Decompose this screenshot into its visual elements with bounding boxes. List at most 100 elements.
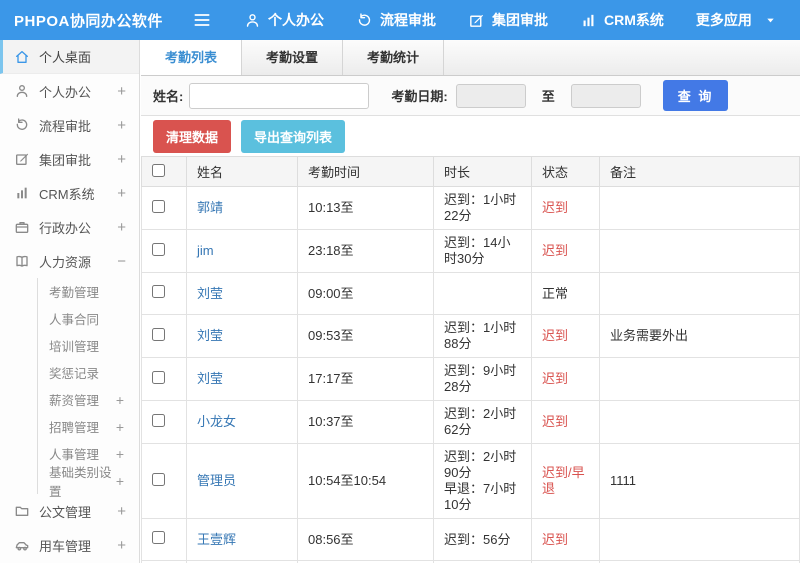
table-row: 刘莹 09:00至 正常 [141, 272, 800, 315]
collapse-minus-icon[interactable]: − [117, 253, 126, 270]
duration-line: 迟到：56分 [444, 531, 511, 547]
sidebar-item-label: 集团审批 [39, 152, 92, 168]
topnav-item-4[interactable]: CRM系统 [580, 10, 664, 30]
sidebar-item-label: 个人办公 [39, 84, 92, 100]
column-header-4: 状态 [531, 156, 600, 187]
name-filter-input[interactable] [189, 82, 370, 109]
date-from-input[interactable] [455, 83, 526, 108]
note-cell [599, 518, 800, 561]
table-row: 管理员 10:54至10:54 迟到：2小时90分 早退：7小时10分 迟到/早退 111… [141, 443, 800, 519]
expand-plus-icon[interactable]: + [116, 473, 124, 489]
sidebar-subitem-label: 基础类别设置 [49, 465, 112, 499]
date-to-input[interactable] [570, 83, 641, 108]
row-checkbox[interactable] [152, 472, 165, 486]
table-header-row: 姓名 考勤时间 时长 状态 备注 [141, 156, 800, 187]
sidebar-subitem-label: 奖惩记录 [49, 367, 100, 381]
status-badge: 迟到 [542, 243, 569, 258]
topnav-item-3[interactable]: 集团审批 [468, 10, 548, 30]
menu-icon[interactable] [192, 10, 212, 30]
employee-name-link[interactable]: jim [197, 243, 214, 258]
top-bar: PHPOA协同办公软件 个人办公 流程审批 集团审批 CRM系统 更多应用 [0, 0, 800, 40]
employee-name-link[interactable]: 刘莹 [197, 286, 223, 301]
row-checkbox[interactable] [152, 199, 165, 213]
employee-name-link[interactable]: 刘莹 [197, 328, 223, 343]
sidebar-subitem-label: 人事合同 [49, 313, 100, 327]
expand-plus-icon[interactable]: + [116, 419, 124, 435]
sidebar-item-6[interactable]: 行政办公 + [0, 210, 139, 244]
employee-name-link[interactable]: 郭靖 [197, 200, 223, 215]
table-body: 郭靖 10:13至 迟到：1小时22分 迟到 jim 23:18至 迟到：14小时30分 迟到… [141, 186, 800, 563]
expand-plus-icon[interactable]: + [117, 503, 126, 520]
top-nav: 个人办公 流程审批 集团审批 CRM系统 更多应用 [244, 10, 776, 30]
topnav-item-2[interactable]: 流程审批 [356, 10, 436, 30]
table-row: jim 23:18至 迟到：14小时30分 迟到 [141, 229, 800, 273]
checkbox-cell [141, 357, 187, 401]
sidebar-subitem-4[interactable]: 奖惩记录 [38, 359, 139, 386]
search-button[interactable]: 查 询 [662, 80, 729, 111]
status-cell: 迟到 [531, 357, 600, 401]
sidebar-subitem-label: 招聘管理 [49, 421, 100, 435]
expand-plus-icon[interactable]: + [117, 537, 126, 554]
name-cell: 管理员 [186, 443, 298, 519]
status-badge: 迟到/早退 [542, 465, 585, 496]
edit-icon [470, 14, 484, 27]
topnav-item-label: 更多应用 [695, 12, 752, 28]
duration-cell: 迟到：2小时90分 早退：7小时10分 [433, 443, 532, 519]
tab-3[interactable]: 考勤统计 [343, 40, 445, 75]
employee-name-link[interactable]: 管理员 [197, 473, 236, 488]
sidebar-item-5[interactable]: CRM系统 + [0, 176, 139, 210]
status-badge: 迟到 [542, 328, 569, 343]
checkbox-cell [141, 272, 187, 315]
sidebar-item-7[interactable]: 人力资源 − [0, 244, 139, 278]
name-cell: 刘莹 [186, 314, 298, 358]
expand-plus-icon[interactable]: + [117, 83, 126, 100]
expand-plus-icon[interactable]: + [116, 392, 124, 408]
sidebar-item-9[interactable]: 用车管理 + [0, 528, 139, 562]
topnav-item-label: 流程审批 [380, 12, 436, 28]
export-list-button[interactable]: 导出查询列表 [241, 119, 346, 153]
sidebar-item-2[interactable]: 个人办公 + [0, 74, 139, 108]
row-checkbox[interactable] [152, 531, 165, 544]
sidebar-subitem-8[interactable]: 基础类别设置 + [38, 466, 139, 499]
employee-name-link[interactable]: 王壹辉 [197, 532, 236, 547]
duration-cell: 迟到：56分 [433, 518, 532, 561]
status-cell: 迟到 [531, 518, 600, 561]
status-cell: 迟到/早退 [531, 443, 600, 519]
table-row: 王壹辉 08:56至 迟到：56分 迟到 [141, 518, 800, 561]
tab-2[interactable]: 考勤设置 [242, 40, 344, 75]
sidebar-item-1[interactable]: 个人桌面 [0, 40, 139, 74]
duration-line: 迟到：1小时88分 [444, 320, 517, 351]
row-checkbox[interactable] [152, 242, 165, 256]
expand-plus-icon[interactable]: + [117, 151, 126, 168]
name-cell: jim [186, 229, 298, 273]
employee-name-link[interactable]: 小龙女 [197, 414, 236, 429]
sidebar-subitem-2[interactable]: 人事合同 [38, 305, 139, 332]
select-all-checkbox[interactable] [152, 163, 165, 177]
topnav-item-5[interactable]: 更多应用 [696, 10, 776, 30]
topnav-item-1[interactable]: 个人办公 [244, 10, 324, 30]
sidebar-subitem-1[interactable]: 考勤管理 [38, 278, 139, 305]
clean-data-button[interactable]: 清理数据 [153, 119, 232, 153]
user-icon [246, 13, 259, 27]
sidebar-subitem-5[interactable]: 薪资管理 + [38, 386, 139, 413]
employee-name-link[interactable]: 刘莹 [197, 371, 223, 386]
row-checkbox[interactable] [152, 285, 165, 298]
sidebar-subitem-3[interactable]: 培训管理 [38, 332, 139, 359]
expand-plus-icon[interactable]: + [117, 185, 126, 202]
sidebar-subitem-6[interactable]: 招聘管理 + [38, 413, 139, 440]
status-badge: 正常 [542, 285, 569, 301]
sidebar-item-label: 人力资源 [39, 254, 92, 270]
sidebar-item-4[interactable]: 集团审批 + [0, 142, 139, 176]
row-checkbox[interactable] [152, 327, 165, 341]
row-checkbox[interactable] [152, 413, 165, 427]
expand-plus-icon[interactable]: + [117, 117, 126, 134]
row-checkbox[interactable] [152, 370, 165, 384]
tab-1[interactable]: 考勤列表 [141, 40, 243, 75]
sidebar-item-3[interactable]: 流程审批 + [0, 108, 139, 142]
column-header-5: 备注 [599, 156, 800, 187]
checkbox-cell [141, 443, 187, 519]
expand-plus-icon[interactable]: + [117, 219, 126, 236]
time-cell: 10:54至10:54 [297, 443, 434, 519]
expand-plus-icon[interactable]: + [116, 446, 124, 462]
duration-cell: 迟到：9小时28分 [433, 357, 532, 401]
